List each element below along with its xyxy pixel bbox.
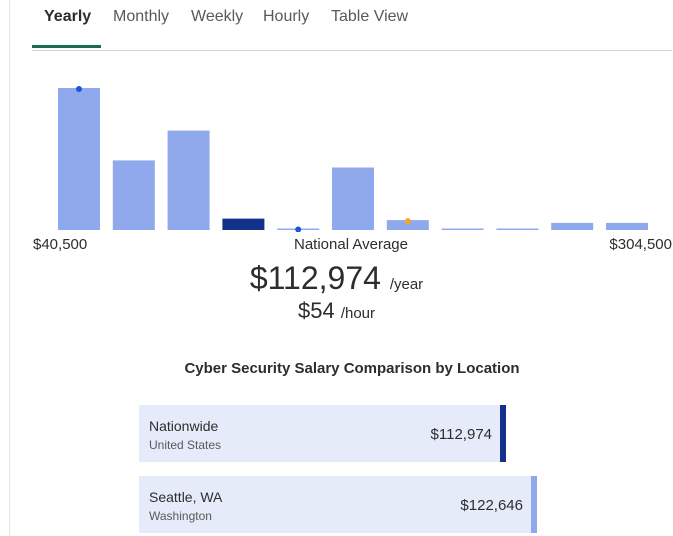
yearly-unit: /year <box>389 276 424 293</box>
histogram-marker <box>295 226 302 232</box>
histogram-bar <box>606 222 648 230</box>
location-name: Seattle, WA <box>149 489 223 505</box>
location-subtitle: Washington <box>149 509 212 523</box>
active-tab-indicator <box>32 45 101 48</box>
histogram-bar <box>332 167 374 230</box>
yearly-salary-value: $112,974 <box>249 260 381 296</box>
tab-table-view[interactable]: Table View <box>331 8 408 26</box>
hourly-salary: $54 /hour <box>0 298 673 324</box>
tab-weekly[interactable]: Weekly <box>191 8 243 26</box>
salary-period-tabs: Yearly Monthly Weekly Hourly Table View <box>32 0 672 51</box>
location-card-seattle[interactable]: Seattle, WA Washington $122,646 <box>139 476 537 533</box>
histogram-bar <box>496 228 539 230</box>
histogram-bar <box>441 228 484 230</box>
histogram-bar <box>167 130 210 230</box>
location-salary: $112,974 <box>430 426 492 443</box>
comparison-title: Cyber Security Salary Comparison by Loca… <box>184 360 520 377</box>
tab-yearly[interactable]: Yearly <box>44 8 91 26</box>
location-card-nationwide[interactable]: Nationwide United States $112,974 <box>139 405 506 462</box>
histogram-marker <box>76 86 82 92</box>
salary-range-min: $40,500 <box>33 236 88 253</box>
histogram-marker <box>404 218 411 225</box>
salary-range-max: $304,500 <box>609 236 672 253</box>
location-subtitle: United States <box>149 438 222 452</box>
location-salary-bar <box>500 405 506 462</box>
hourly-salary-value: $54 <box>297 298 335 323</box>
location-salary: $122,646 <box>460 497 523 514</box>
tab-monthly[interactable]: Monthly <box>113 8 169 26</box>
yearly-salary: $112,974 /year <box>0 260 673 297</box>
location-salary-bar <box>531 476 537 533</box>
tab-hourly[interactable]: Hourly <box>263 8 309 26</box>
location-name: Nationwide <box>149 418 219 434</box>
histogram-bar <box>551 222 594 230</box>
national-average-label: National Average <box>294 236 408 253</box>
histogram-bar <box>58 88 100 230</box>
histogram-bar <box>112 160 155 230</box>
salary-histogram <box>58 86 648 232</box>
hourly-unit: /hour <box>340 305 376 322</box>
histogram-bar <box>222 218 265 230</box>
